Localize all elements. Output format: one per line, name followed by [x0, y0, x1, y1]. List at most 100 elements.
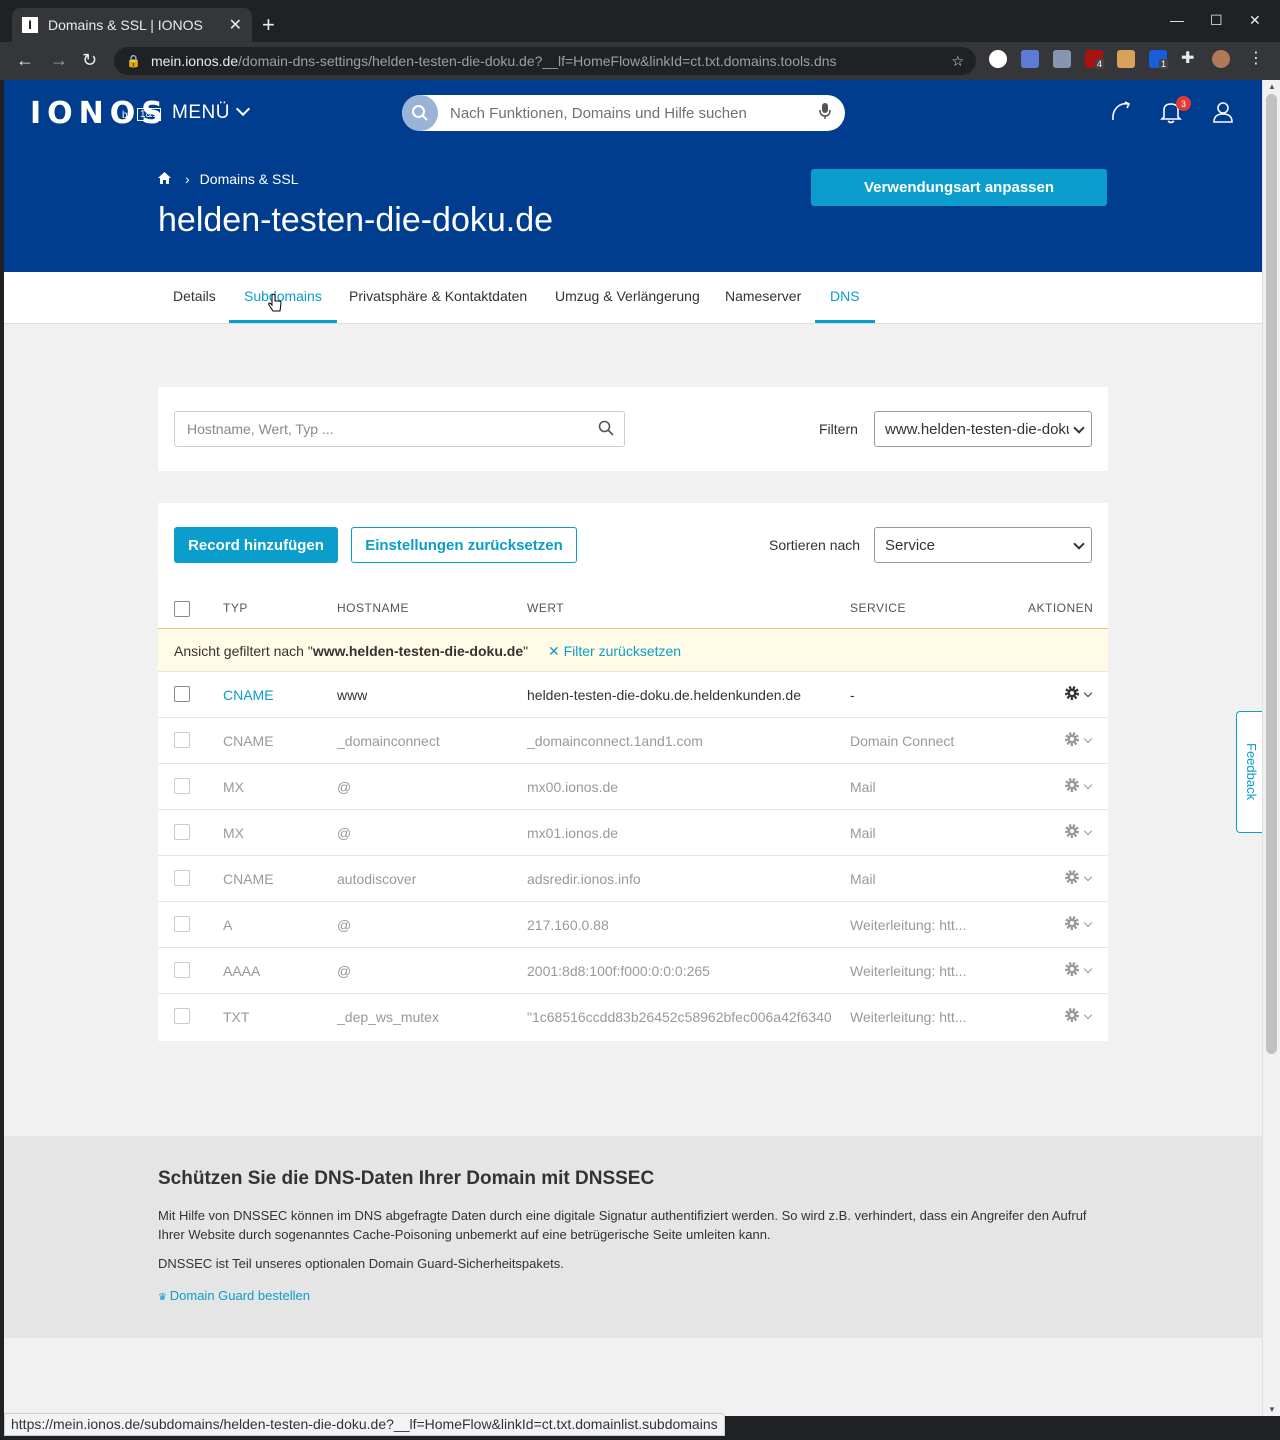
record-value: helden-testen-die-doku.de.heldenkunden.d…	[527, 687, 801, 703]
notification-badge: 3	[1176, 96, 1191, 111]
tab-dns[interactable]: DNS	[815, 272, 875, 323]
row-actions-button[interactable]	[1063, 730, 1093, 751]
extension-ublock-icon[interactable]: 4	[1085, 50, 1105, 69]
change-usage-button[interactable]: Verwendungsart anpassen	[811, 169, 1107, 206]
scrollbar-thumb[interactable]	[1266, 94, 1277, 1054]
maximize-icon[interactable]: ☐	[1210, 12, 1223, 29]
column-type[interactable]: TYP	[223, 601, 248, 615]
extension-screen-icon[interactable]	[1053, 50, 1071, 68]
feedback-tab[interactable]: Feedback	[1236, 711, 1262, 833]
microphone-icon[interactable]	[819, 102, 831, 125]
page-scrollbar[interactable]: ▲ ▼	[1262, 80, 1280, 1416]
domain-guard-label: Domain Guard bestellen	[169, 1288, 310, 1303]
row-actions-button[interactable]	[1063, 776, 1093, 797]
row-actions-button[interactable]	[1063, 960, 1093, 981]
extension-note-icon[interactable]	[1021, 50, 1039, 68]
home-icon[interactable]	[158, 171, 171, 187]
page-hero: › Domains & SSL helden-testen-die-doku.d…	[4, 145, 1262, 272]
gear-icon	[1063, 730, 1081, 751]
filter-notice: Ansicht gefiltert nach "www.helden-teste…	[158, 630, 1108, 672]
bookmark-star-icon[interactable]: ☆	[951, 53, 964, 70]
scroll-up-icon[interactable]: ▲	[1268, 82, 1276, 91]
tab-subdomains[interactable]: Subdomains	[229, 272, 337, 323]
row-checkbox[interactable]	[174, 824, 190, 840]
address-bar[interactable]: 🔒 mein.ionos.de /domain-dns-settings/hel…	[114, 47, 976, 75]
row-checkbox[interactable]	[174, 732, 190, 748]
browser-tabstrip: I Domains & SSL | IONOS ✕ + — ☐ ✕	[0, 0, 1280, 42]
domain-tabs: Details Subdomains Privatsphäre & Kontak…	[4, 272, 1262, 324]
record-service: Weiterleitung: htt...	[850, 1009, 967, 1025]
record-value: adsredir.ionos.info	[527, 871, 641, 887]
tab-details[interactable]: Details	[158, 272, 231, 323]
extension-shield-icon[interactable]	[989, 50, 1007, 68]
chevron-down-icon	[1083, 826, 1093, 836]
window-close-icon[interactable]: ✕	[1249, 12, 1261, 29]
tab-transfer[interactable]: Umzug & Verlängerung	[540, 272, 715, 323]
extensions-puzzle-icon[interactable]: ✚	[1181, 50, 1199, 68]
row-actions-button[interactable]	[1063, 868, 1093, 889]
dnssec-title: Schützen Sie die DNS-Daten Ihrer Domain …	[158, 1168, 655, 1189]
chevron-down-icon	[1083, 872, 1093, 882]
chevron-down-icon	[1083, 964, 1093, 974]
record-type[interactable]: CNAME	[223, 687, 274, 703]
dnssec-description: Mit Hilfe von DNSSEC können im DNS abgef…	[158, 1208, 1087, 1242]
row-actions-button[interactable]	[1063, 1006, 1093, 1027]
row-checkbox[interactable]	[174, 686, 190, 702]
breadcrumb-link[interactable]: Domains & SSL	[200, 171, 299, 187]
record-type: MX	[223, 825, 244, 841]
menu-button[interactable]: MENÜ	[172, 101, 251, 124]
record-type: AAAA	[223, 963, 261, 979]
extension-badge: 1	[1159, 59, 1169, 69]
row-checkbox[interactable]	[174, 962, 190, 978]
tab-title: Domains & SSL | IONOS	[48, 17, 203, 33]
gear-icon	[1063, 960, 1081, 981]
new-tab-icon[interactable]: +	[262, 12, 275, 38]
scroll-down-icon[interactable]: ▼	[1268, 1405, 1276, 1414]
row-checkbox[interactable]	[174, 1008, 190, 1024]
forward-icon[interactable]: →	[50, 50, 68, 71]
record-host: autodiscover	[337, 871, 417, 887]
column-hostname[interactable]: HOSTNAME	[337, 601, 409, 615]
search-placeholder: Nach Funktionen, Domains und Hilfe suche…	[450, 104, 747, 122]
add-record-button[interactable]: Record hinzufügen	[174, 527, 338, 563]
logo-1and1: 1&1	[137, 108, 161, 121]
minimize-icon[interactable]: —	[1170, 12, 1184, 28]
row-checkbox[interactable]	[174, 916, 190, 932]
table-row: AAAA @ 2001:8d8:100f:f000:0:0:0:265 Weit…	[158, 948, 1108, 994]
select-all-checkbox[interactable]	[174, 601, 190, 617]
logo-by: by	[122, 110, 133, 121]
row-actions-button[interactable]	[1063, 684, 1093, 705]
tab-privacy[interactable]: Privatsphäre & Kontaktdaten	[334, 272, 542, 323]
extension-bitwarden-icon[interactable]: 1	[1149, 50, 1169, 69]
record-service: -	[850, 687, 855, 703]
column-service[interactable]: SERVICE	[850, 601, 906, 615]
filter-reset-link[interactable]: ✕ Filter zurücksetzen	[548, 643, 681, 659]
page-title: helden-testen-die-doku.de	[158, 201, 554, 239]
column-value[interactable]: WERT	[527, 601, 564, 615]
user-icon[interactable]	[1212, 100, 1234, 127]
record-value: 217.160.0.88	[527, 917, 609, 933]
row-checkbox[interactable]	[174, 778, 190, 794]
record-value: _domainconnect.1and1.com	[527, 733, 703, 749]
row-checkbox[interactable]	[174, 870, 190, 886]
search-icon[interactable]	[402, 95, 438, 131]
global-search[interactable]: Nach Funktionen, Domains und Hilfe suche…	[402, 95, 845, 131]
back-icon[interactable]: ←	[16, 50, 34, 71]
browser-tab[interactable]: I Domains & SSL | IONOS ✕	[12, 8, 252, 42]
row-actions-button[interactable]	[1063, 914, 1093, 935]
row-actions-button[interactable]	[1063, 822, 1093, 843]
reload-icon[interactable]: ↻	[82, 50, 97, 71]
phone-icon[interactable]	[1108, 100, 1132, 127]
filter-select[interactable]: www.helden-testen-die-doku.de	[874, 411, 1092, 447]
extension-bag-icon[interactable]	[1117, 50, 1135, 68]
reset-settings-button[interactable]: Einstellungen zurücksetzen	[351, 527, 577, 563]
browser-menu-icon[interactable]: ⋮	[1248, 50, 1266, 68]
close-tab-icon[interactable]: ✕	[229, 15, 242, 35]
profile-avatar[interactable]	[1212, 50, 1230, 68]
search-icon[interactable]	[598, 420, 614, 439]
record-search-input[interactable]: Hostname, Wert, Typ ...	[174, 411, 625, 447]
domain-guard-link[interactable]: ♛ Domain Guard bestellen	[158, 1288, 310, 1303]
tab-nameserver[interactable]: Nameserver	[710, 272, 816, 323]
sort-select[interactable]: Service	[874, 527, 1092, 563]
chevron-down-icon	[1083, 918, 1093, 928]
